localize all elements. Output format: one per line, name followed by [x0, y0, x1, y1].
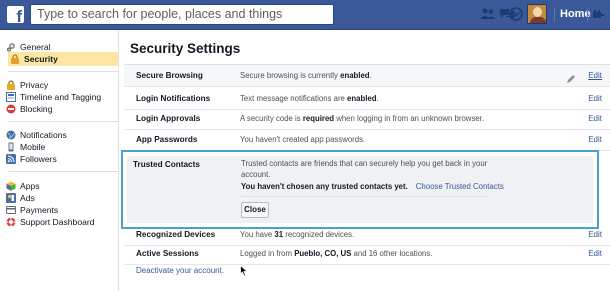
row-label: Trusted Contacts [133, 160, 200, 169]
row-description: You haven't created app passwords. [240, 135, 366, 144]
trusted-contacts-description: Trusted contacts are friends that can se… [241, 159, 488, 179]
sidebar-item-security[interactable]: Security [8, 52, 118, 66]
edit-link[interactable]: Edit [588, 135, 602, 144]
settings-row-secure-browsing[interactable]: Secure Browsing Secure browsing is curre… [124, 65, 610, 87]
sidebar-item-label: General [20, 42, 51, 52]
sidebar-item-label: Blocking [20, 104, 53, 114]
home-link[interactable]: Home [560, 8, 591, 20]
gear-icon [6, 42, 16, 52]
trusted-contacts-status-text: You haven't chosen any trusted contacts … [241, 182, 408, 191]
profile-avatar[interactable] [527, 4, 547, 24]
pencil-icon [566, 71, 576, 83]
row-label: Login Notifications [136, 94, 211, 103]
trusted-contacts-body: Trusted Contacts Trusted contacts are fr… [127, 156, 593, 223]
trusted-contacts-status: You haven't chosen any trusted contacts … [241, 182, 504, 191]
topbar-separator [554, 8, 555, 22]
row-label: App Passwords [136, 135, 198, 144]
settings-row-active-sessions[interactable]: Active Sessions Logged in from Pueblo, C… [124, 243, 610, 265]
row-label: Recognized Devices [136, 230, 216, 239]
sidebar-divider [8, 171, 118, 172]
row-description: A security code is required when logging… [240, 114, 485, 123]
page-title: Security Settings [130, 41, 241, 56]
deactivate-account-link[interactable]: Deactivate your account. [136, 266, 224, 275]
edit-link[interactable]: Edit [588, 230, 602, 239]
sidebar-item-label: Timeline and Tagging [20, 92, 102, 102]
notifications-globe-icon[interactable] [508, 7, 524, 21]
row-label: Login Approvals [136, 114, 201, 123]
row-description: You have 31 recognized devices. [240, 230, 355, 239]
rss-icon [6, 154, 16, 164]
settings-row-login-approvals[interactable]: Login Approvals A security code is requi… [124, 108, 610, 130]
sidebar-item-label: Followers [20, 154, 57, 164]
edit-link[interactable]: Edit [588, 114, 602, 123]
privacy-lock-icon [6, 80, 16, 90]
row-description: Text message notifications are enabled. [240, 94, 379, 103]
settings-row-login-notifications[interactable]: Login Notifications Text message notific… [124, 88, 610, 110]
mouse-cursor-icon [240, 264, 249, 277]
row-description: Secure browsing is currently enabled. [240, 71, 372, 80]
sidebar-divider [8, 71, 118, 72]
facebook-logo-letter: f [16, 7, 22, 26]
friend-requests-icon[interactable] [480, 7, 496, 21]
lifebuoy-icon [6, 217, 16, 227]
sidebar-item-blocking[interactable]: Blocking [6, 102, 114, 116]
row-description: Logged in from Pueblo, CO, US and 16 oth… [240, 249, 433, 258]
sidebar-item-support-dashboard[interactable]: Support Dashboard [6, 215, 114, 229]
sidebar-item-label: Mobile [20, 142, 46, 152]
sidebar-divider [8, 121, 118, 122]
sidebar-item-label: Payments [20, 205, 59, 215]
search-input[interactable]: Type to search for people, places and th… [30, 4, 334, 25]
sidebar-item-label: Apps [20, 181, 40, 191]
sidebar-item-followers[interactable]: Followers [6, 152, 114, 166]
sidebar-item-label: Notifications [20, 130, 67, 140]
top-bar: f Type to search for people, places and … [0, 0, 610, 30]
close-button[interactable]: Close [241, 202, 269, 218]
credit-card-icon [6, 205, 16, 215]
lock-icon [10, 54, 20, 64]
row-label: Secure Browsing [136, 71, 203, 80]
find-friends-icon[interactable] [592, 8, 604, 20]
settings-row-app-passwords[interactable]: App Passwords You haven't created app pa… [124, 129, 610, 151]
choose-trusted-contacts-link[interactable]: Choose Trusted Contacts [416, 182, 504, 191]
sidebar-item-label: Security [24, 54, 58, 64]
edit-link[interactable]: Edit [588, 94, 602, 103]
edit-link[interactable]: Edit [588, 71, 602, 80]
globe-icon [6, 130, 16, 140]
sidebar-item-label: Support Dashboard [20, 217, 95, 227]
blocking-icon [6, 104, 16, 114]
topbar-separator [587, 8, 588, 22]
trusted-contacts-divider [241, 196, 489, 197]
sidebar-item-label: Ads [20, 193, 35, 203]
sidebar-item-label: Privacy [20, 80, 49, 90]
facebook-logo[interactable]: f [7, 6, 24, 26]
mobile-icon [6, 142, 16, 152]
ads-icon [6, 193, 16, 203]
timeline-icon [6, 92, 16, 102]
edit-link[interactable]: Edit [588, 249, 602, 258]
trusted-contacts-panel: Trusted Contacts Trusted contacts are fr… [121, 150, 599, 229]
row-label: Active Sessions [136, 249, 199, 258]
apps-cube-icon [6, 181, 16, 191]
